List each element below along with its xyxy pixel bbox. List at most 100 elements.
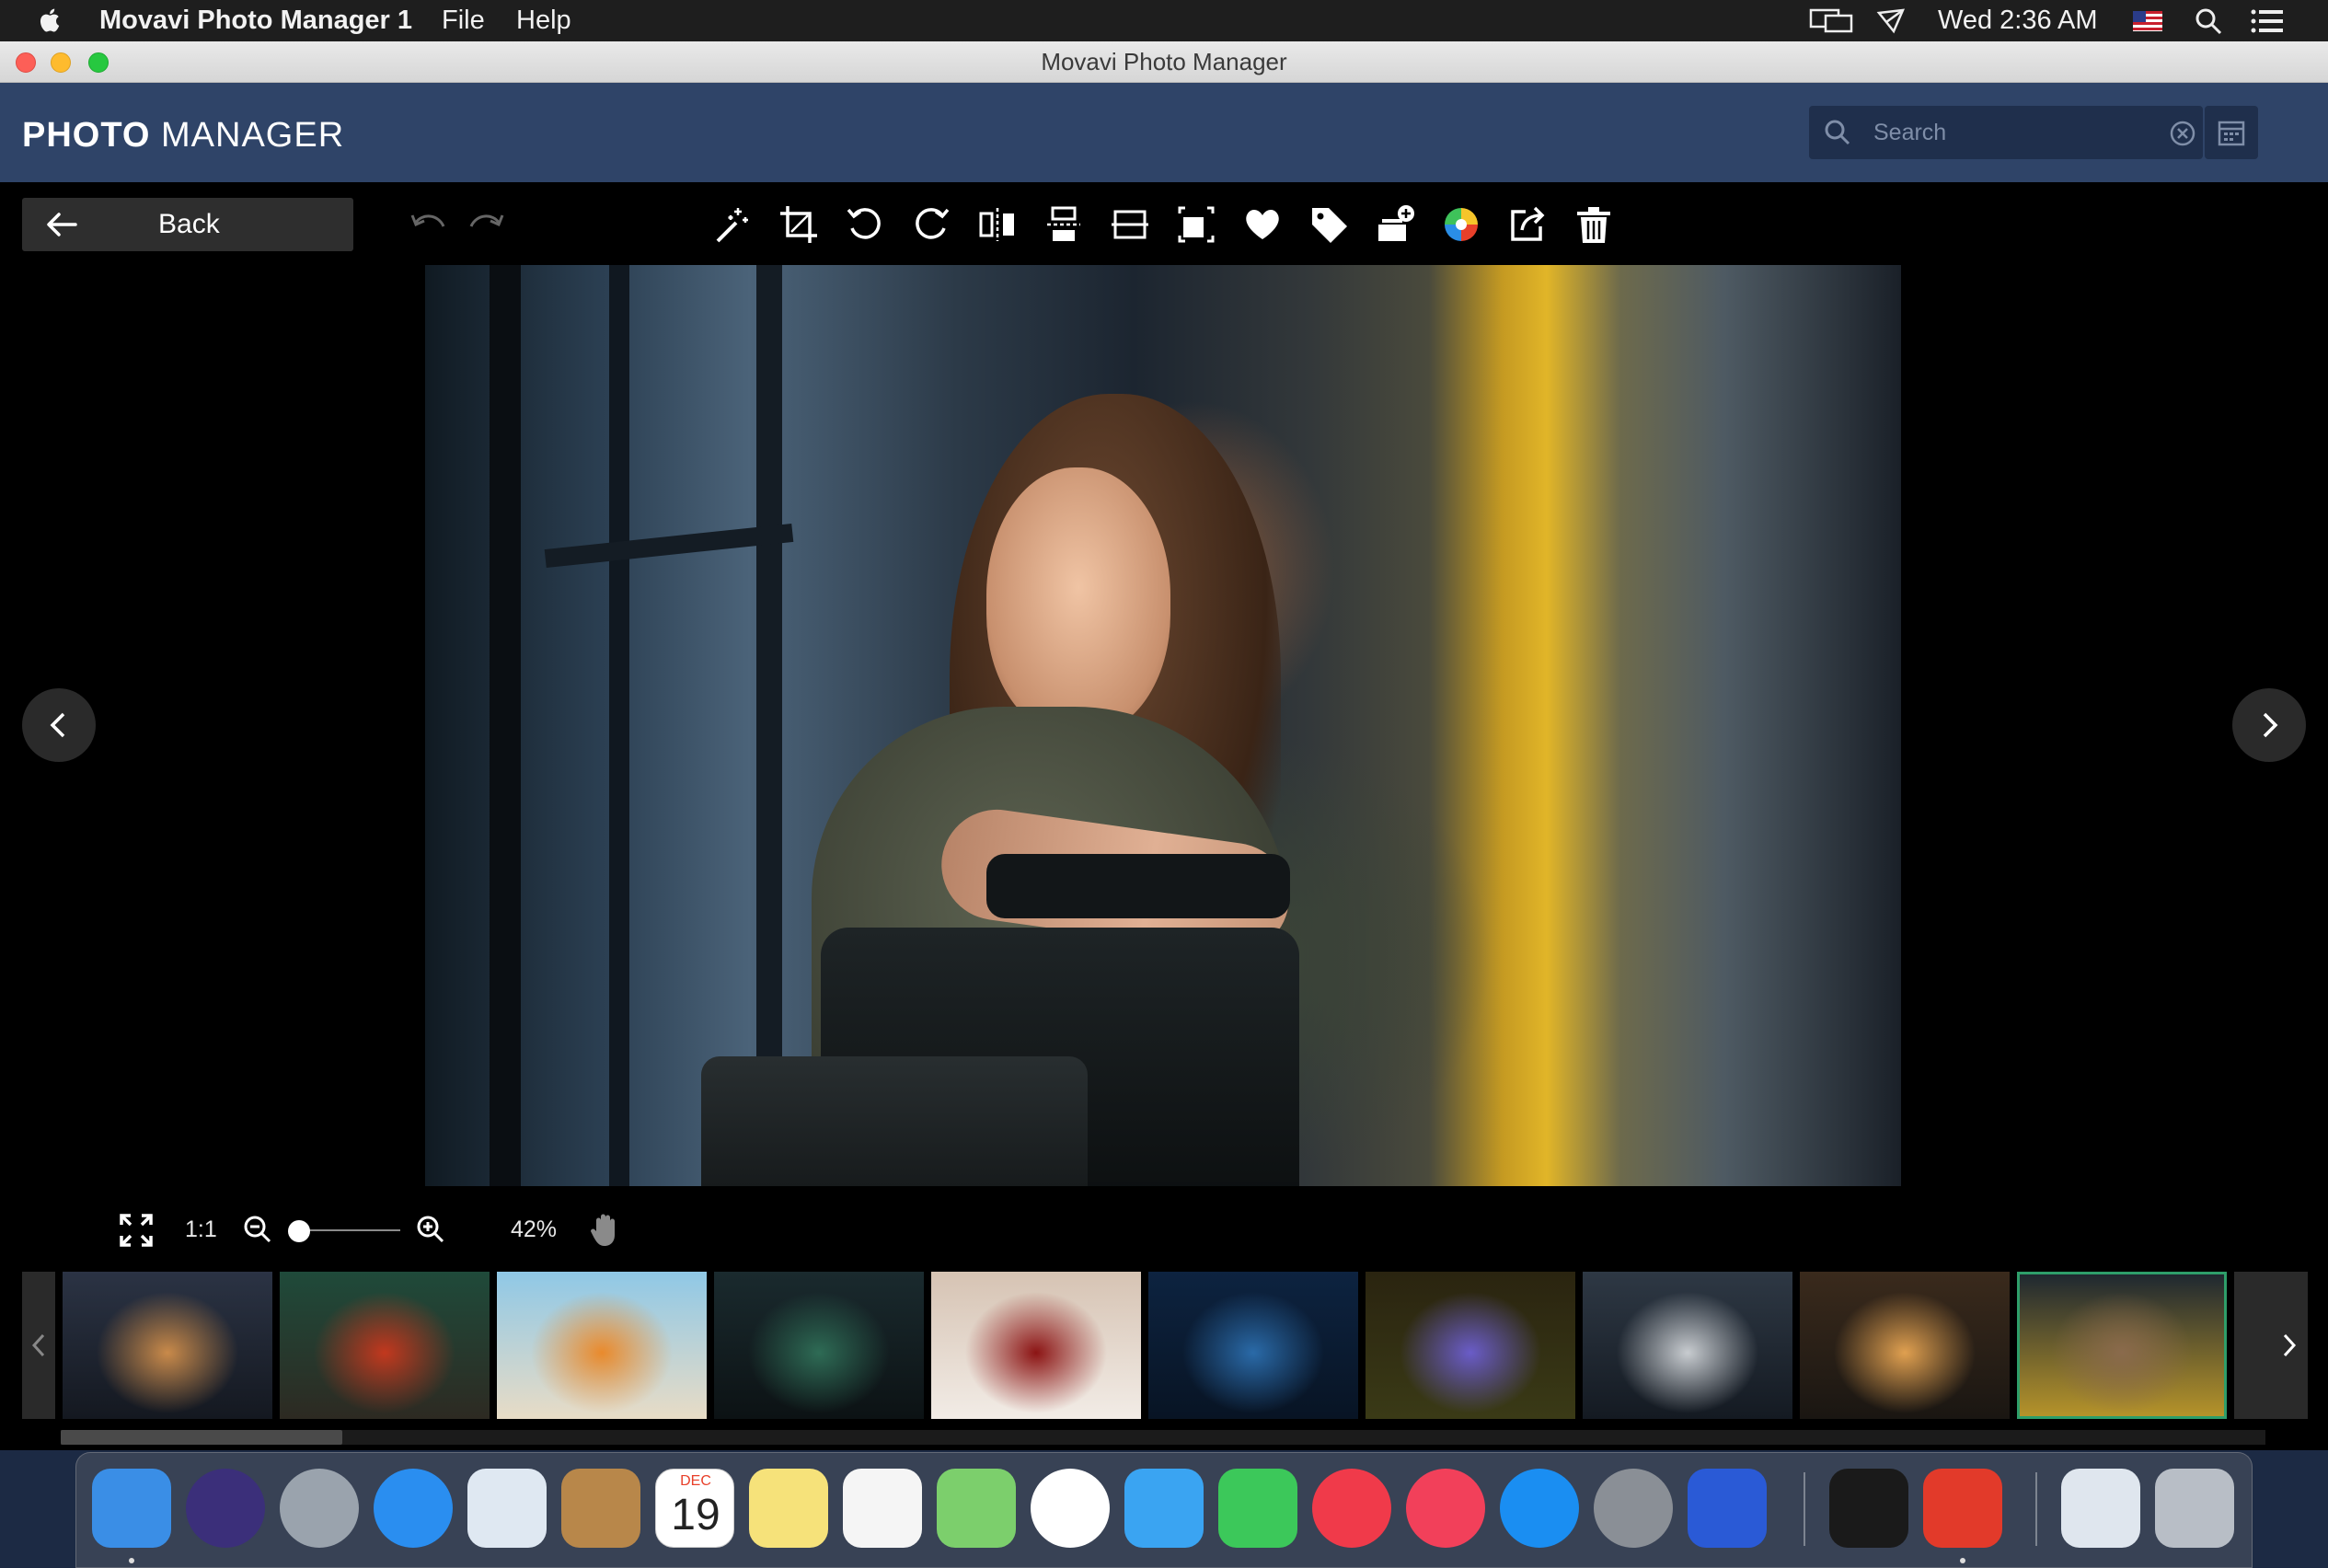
search-box (1809, 106, 2203, 159)
dock-divider (1804, 1472, 1805, 1546)
notes-dock-icon[interactable] (749, 1469, 828, 1548)
zoom-in-icon[interactable] (416, 1215, 445, 1244)
preview-dock-icon[interactable] (2061, 1469, 2140, 1548)
thumb-cherries[interactable] (931, 1272, 1141, 1419)
crop-icon[interactable] (778, 204, 819, 245)
brand-bold-text: PHOTO (22, 116, 151, 155)
clear-search-icon[interactable] (2170, 121, 2195, 146)
back-label: Back (158, 209, 220, 239)
safari-dock-icon[interactable] (374, 1469, 453, 1548)
resize-icon[interactable] (1176, 204, 1216, 245)
thumb-woman-bus[interactable] (2017, 1272, 2227, 1419)
flip-vertical-icon[interactable] (1043, 204, 1084, 245)
actual-size-button[interactable]: 1:1 (185, 1216, 217, 1243)
filmstrip-prev-button[interactable] (22, 1272, 55, 1419)
us-flag-icon[interactable] (2133, 11, 2162, 31)
music-dock-icon[interactable] (1406, 1469, 1485, 1548)
photo-seat-handle (986, 854, 1290, 918)
messages-dock-icon[interactable] (1124, 1469, 1204, 1548)
help-menu[interactable]: Help (516, 0, 571, 41)
photo-window-frame (609, 265, 629, 1186)
calendar-icon (2217, 118, 2246, 147)
apple-menu-icon[interactable] (37, 6, 63, 35)
mail-dock-icon[interactable] (467, 1469, 547, 1548)
notification-center-icon[interactable] (2251, 9, 2284, 33)
terminal-dock-icon[interactable] (1829, 1469, 1908, 1548)
display-mirroring-icon[interactable] (1809, 7, 1853, 35)
facetime-dock-icon[interactable] (1218, 1469, 1297, 1548)
thumb-forest-sunset[interactable] (1800, 1272, 2010, 1419)
thumb-waterfall-blue[interactable] (1148, 1272, 1358, 1419)
zoom-slider-track[interactable] (299, 1229, 400, 1231)
back-arrow-icon (44, 210, 77, 239)
chevron-left-icon (29, 1332, 48, 1358)
color-icon[interactable] (1441, 204, 1481, 245)
contacts-dock-icon[interactable] (561, 1469, 640, 1548)
calendar-month-label: DEC (680, 1473, 711, 1489)
trash-icon[interactable] (1573, 204, 1614, 245)
news-dock-icon[interactable] (1312, 1469, 1391, 1548)
search-input[interactable] (1873, 106, 2149, 159)
zoom-percent: 42% (511, 1216, 558, 1242)
chevron-left-icon (47, 710, 69, 740)
window-title-bar: Movavi Photo Manager (0, 41, 2328, 83)
pan-hand-icon[interactable] (589, 1211, 622, 1248)
calendar-filter-button[interactable] (2205, 106, 2258, 159)
running-indicator (1960, 1558, 1965, 1563)
next-photo-button[interactable] (2232, 688, 2306, 762)
photo-seat (701, 1056, 1088, 1186)
thumb-woman-beach[interactable] (497, 1272, 707, 1419)
spotlight-search-icon[interactable] (2195, 7, 2222, 35)
airplay-icon[interactable] (1875, 7, 1908, 35)
fit-to-screen-icon[interactable] (118, 1212, 155, 1249)
file-menu[interactable]: File (442, 0, 485, 41)
rotate-right-icon[interactable] (911, 204, 951, 245)
thumb-woman-red-dress[interactable] (280, 1272, 490, 1419)
zoom-out-icon[interactable] (243, 1215, 272, 1244)
magnet-dock-icon[interactable] (1688, 1469, 1767, 1548)
photos-dock-icon[interactable] (1031, 1469, 1110, 1548)
share-icon[interactable] (1507, 204, 1548, 245)
thumb-ship-sunset[interactable] (63, 1272, 272, 1419)
thumb-aurora-lake[interactable] (714, 1272, 924, 1419)
siri-dock-icon[interactable] (186, 1469, 265, 1548)
system-preferences-dock-icon[interactable] (1594, 1469, 1673, 1548)
running-indicator (129, 1558, 134, 1563)
zoom-slider-thumb[interactable] (288, 1220, 310, 1242)
window-title: Movavi Photo Manager (1041, 48, 1287, 75)
rotate-left-icon[interactable] (845, 204, 885, 245)
brand-logo: PHOTO MANAGER (22, 116, 344, 156)
straighten-icon[interactable] (1110, 204, 1150, 245)
filmstrip-scrollbar-thumb[interactable] (61, 1430, 342, 1445)
calendar-dock-icon[interactable]: DEC 19 (655, 1469, 734, 1548)
reminders-dock-icon[interactable] (843, 1469, 922, 1548)
main-photo[interactable] (425, 265, 1901, 1186)
calendar-day-label: 19 (671, 1491, 720, 1539)
redo-button[interactable] (467, 210, 504, 237)
filmstrip-scrollbar-track[interactable] (61, 1430, 2265, 1445)
magic-wand-icon[interactable] (712, 204, 753, 245)
finder-dock-icon[interactable] (92, 1469, 171, 1548)
chevron-right-icon (2280, 1332, 2299, 1358)
previous-photo-button[interactable] (22, 688, 96, 762)
photo-window-frame (490, 265, 521, 1186)
app-name-menu[interactable]: Movavi Photo Manager 1 (99, 0, 412, 41)
launchpad-dock-icon[interactable] (280, 1469, 359, 1548)
thumb-purple-flowers[interactable] (1366, 1272, 1575, 1419)
maps-dock-icon[interactable] (937, 1469, 1016, 1548)
angry-bird-dock-icon[interactable] (1923, 1469, 2002, 1548)
tag-icon[interactable] (1308, 204, 1349, 245)
undo-button[interactable] (410, 210, 447, 237)
app-store-dock-icon[interactable] (1500, 1469, 1579, 1548)
clock[interactable]: Wed 2:36 AM (1938, 0, 2098, 41)
add-to-album-icon[interactable] (1375, 204, 1415, 245)
trash-dock-icon[interactable] (2155, 1469, 2234, 1548)
back-button[interactable]: Back (22, 198, 353, 251)
flip-horizontal-icon[interactable] (977, 204, 1018, 245)
dock-divider (2035, 1472, 2037, 1546)
photo-face (986, 467, 1170, 734)
filmstrip-next-button[interactable] (2273, 1272, 2306, 1419)
heart-icon[interactable] (1242, 204, 1283, 245)
thumb-wolf-waterfall[interactable] (1583, 1272, 1792, 1419)
photo-window-frame (756, 265, 782, 1186)
